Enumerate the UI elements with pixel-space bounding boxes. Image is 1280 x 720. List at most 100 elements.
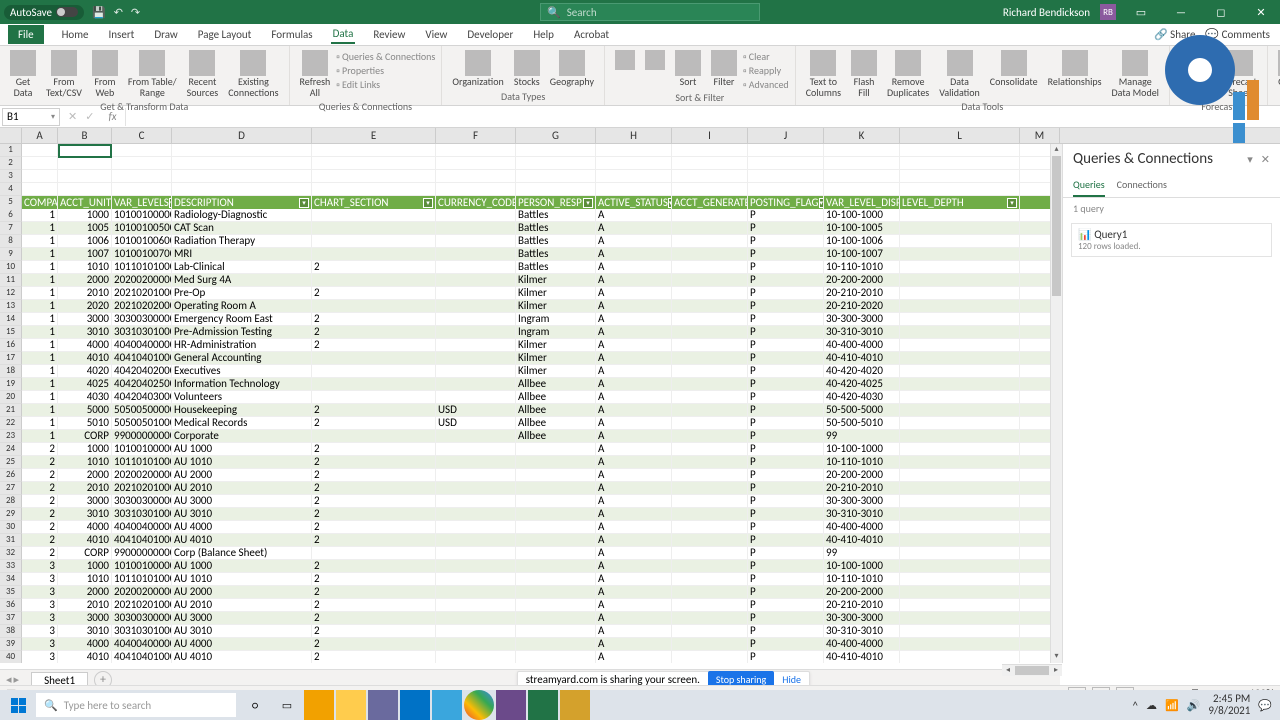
row-header[interactable]: 27 (0, 482, 22, 495)
cell[interactable]: 20200200000000000000000000000 (112, 586, 172, 599)
cell[interactable]: A (596, 248, 672, 261)
row-header[interactable]: 34 (0, 573, 22, 586)
minimize-icon[interactable]: — (1166, 6, 1196, 19)
row-header[interactable]: 31 (0, 534, 22, 547)
cell[interactable] (312, 274, 436, 287)
cell[interactable]: 40410401000000000000000000000 (112, 352, 172, 365)
cell[interactable]: Kilmer (516, 365, 596, 378)
cell[interactable]: P (748, 573, 824, 586)
row-header[interactable]: 4 (0, 183, 22, 196)
row-header[interactable]: 21 (0, 404, 22, 417)
cell[interactable]: 30300300000000000000000000000 (112, 495, 172, 508)
cell[interactable] (436, 287, 516, 300)
menu-tab-draw[interactable]: Draw (152, 26, 179, 43)
ribbon-get-data[interactable]: Get Data (6, 48, 40, 100)
panel-options-icon[interactable]: ▾ (1247, 153, 1253, 166)
cell[interactable]: Pre-Op (172, 287, 312, 300)
row-header[interactable]: 29 (0, 508, 22, 521)
menu-tab-page-layout[interactable]: Page Layout (196, 26, 254, 43)
cell[interactable]: 30310301000000000000000000000 (112, 625, 172, 638)
cell[interactable]: 20-200-2000 (824, 274, 900, 287)
cell[interactable]: 2 (22, 443, 58, 456)
cell[interactable] (172, 183, 312, 196)
cell[interactable] (312, 144, 436, 157)
filter-dropdown-icon[interactable]: ▾ (583, 198, 593, 208)
cell[interactable]: 1 (22, 209, 58, 222)
table-row[interactable]: 61100010100100000000000000000000000Radio… (0, 209, 1060, 222)
cell[interactable] (516, 183, 596, 196)
cancel-formula-icon[interactable]: ✕ (68, 110, 77, 123)
cell[interactable]: 10-100-1006 (824, 235, 900, 248)
table-row[interactable]: 292301030310301000000000000000000000AU 3… (0, 508, 1060, 521)
cell[interactable]: 2 (22, 521, 58, 534)
row-header[interactable]: 16 (0, 339, 22, 352)
cell[interactable]: AU 1000 (172, 443, 312, 456)
ribbon-sort[interactable]: Sort (671, 48, 705, 90)
cell[interactable]: 20210201000000000000000000000 (112, 287, 172, 300)
cell[interactable] (516, 534, 596, 547)
cell[interactable] (900, 573, 1020, 586)
cell[interactable]: 50-500-5000 (824, 404, 900, 417)
cell[interactable] (672, 300, 748, 313)
ribbon-advanced[interactable]: ▫ Advanced (743, 78, 789, 91)
cell[interactable]: 2 (312, 443, 436, 456)
cell[interactable] (672, 508, 748, 521)
cell[interactable]: A (596, 469, 672, 482)
cell[interactable]: 1 (22, 248, 58, 261)
table-row[interactable]: 181402040420402000000000000000000000Exec… (0, 365, 1060, 378)
cell[interactable]: A (596, 482, 672, 495)
cell[interactable] (436, 625, 516, 638)
cell[interactable]: 2 (22, 534, 58, 547)
cell[interactable]: 20200200000000000000000000000 (112, 274, 172, 287)
outlook-icon[interactable] (400, 690, 430, 720)
cell[interactable] (172, 170, 312, 183)
cell[interactable]: Executives (172, 365, 312, 378)
cell[interactable] (672, 183, 748, 196)
table-row[interactable]: 81100610100100600000000000000000000Radia… (0, 235, 1060, 248)
cell[interactable]: 20-210-2010 (824, 287, 900, 300)
app-icon[interactable] (368, 690, 398, 720)
cell[interactable]: 1 (22, 235, 58, 248)
column-header-K[interactable]: K (824, 128, 900, 143)
menu-tab-data[interactable]: Data (331, 25, 356, 44)
cell[interactable] (436, 300, 516, 313)
cell[interactable]: 40-420-4025 (824, 378, 900, 391)
cell[interactable]: 40-400-4000 (824, 339, 900, 352)
user-avatar[interactable]: RB (1100, 4, 1116, 20)
table-header-currency_code[interactable]: CURRENCY_CODE▾ (436, 196, 516, 209)
cell[interactable] (436, 482, 516, 495)
cell[interactable] (672, 365, 748, 378)
cell[interactable]: AU 2010 (172, 482, 312, 495)
cell[interactable] (436, 612, 516, 625)
cell[interactable] (672, 560, 748, 573)
cell[interactable]: CORP (58, 430, 112, 443)
column-header-C[interactable]: C (112, 128, 172, 143)
cell[interactable] (516, 638, 596, 651)
cell[interactable]: Med Surg 4A (172, 274, 312, 287)
cell[interactable]: 3010 (58, 625, 112, 638)
cell[interactable]: AU 4000 (172, 638, 312, 651)
cell[interactable]: 2 (22, 482, 58, 495)
row-header[interactable]: 17 (0, 352, 22, 365)
cell[interactable] (312, 300, 436, 313)
cell[interactable] (748, 157, 824, 170)
cell[interactable] (672, 417, 748, 430)
cell[interactable]: 3000 (58, 612, 112, 625)
cell[interactable]: P (748, 482, 824, 495)
row-header[interactable]: 12 (0, 287, 22, 300)
row-header[interactable]: 33 (0, 560, 22, 573)
cell[interactable] (900, 586, 1020, 599)
column-header-D[interactable]: D (172, 128, 312, 143)
cell[interactable]: 2 (312, 638, 436, 651)
cell[interactable] (312, 248, 436, 261)
vertical-scrollbar[interactable]: ▴ ▾ (1050, 144, 1062, 663)
cell[interactable]: AU 1010 (172, 456, 312, 469)
cell[interactable]: A (596, 222, 672, 235)
cell[interactable]: P (748, 547, 824, 560)
cell[interactable] (672, 144, 748, 157)
cell[interactable]: AU 3000 (172, 612, 312, 625)
row-header[interactable]: 7 (0, 222, 22, 235)
menu-tab-developer[interactable]: Developer (465, 26, 515, 43)
row-header[interactable]: 36 (0, 599, 22, 612)
wifi-icon[interactable]: 📶 (1165, 699, 1179, 712)
